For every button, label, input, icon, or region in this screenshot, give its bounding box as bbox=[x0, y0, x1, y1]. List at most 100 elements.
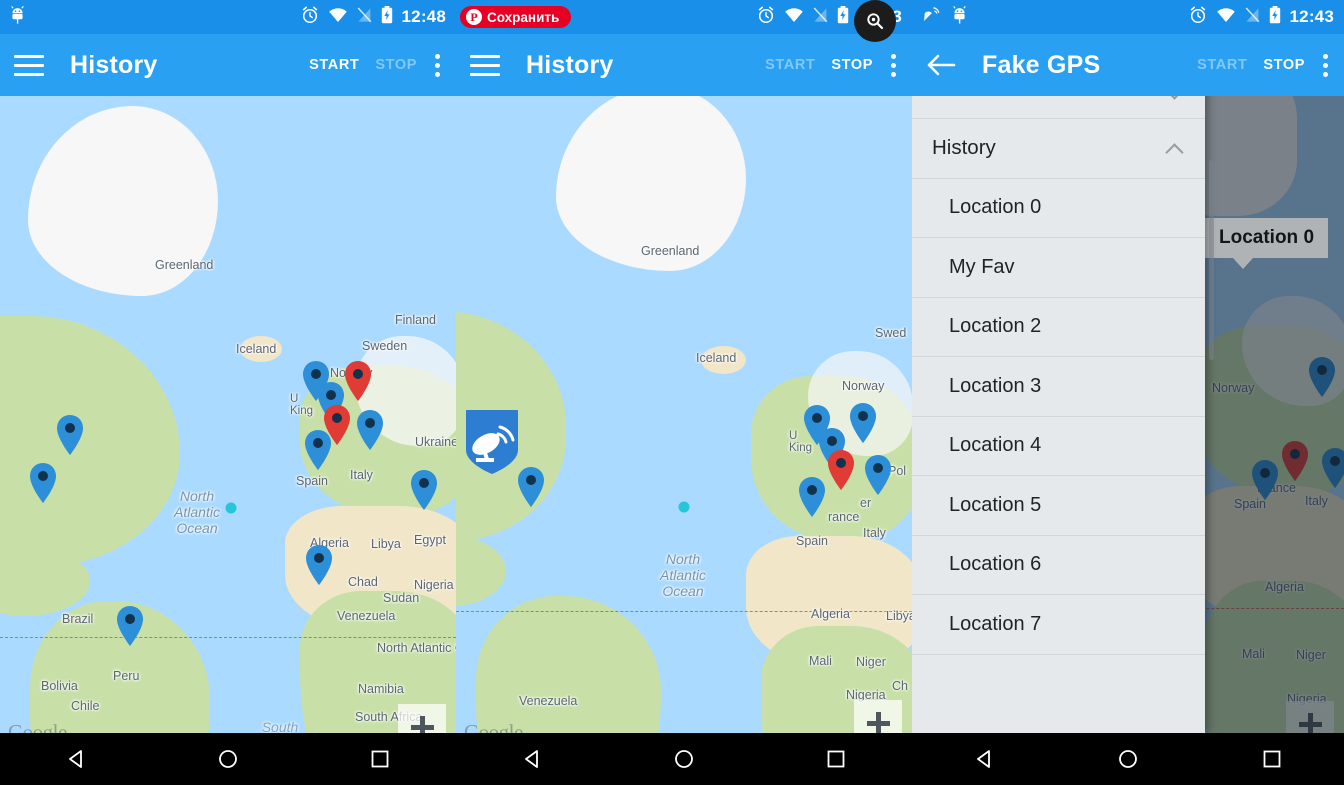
drawer-history-item[interactable]: My Fav bbox=[912, 238, 1205, 298]
marker-turkey[interactable] bbox=[409, 469, 439, 511]
status-clock: 12:43 bbox=[1289, 7, 1334, 26]
marker-brazil[interactable] bbox=[115, 605, 145, 647]
status-bar: 12:43 bbox=[912, 0, 1344, 34]
drawer-item-label: Location 6 bbox=[949, 553, 1042, 576]
app-bar: History START STOP bbox=[456, 34, 912, 96]
recents-button[interactable] bbox=[1242, 741, 1302, 777]
drawer-history-item[interactable]: Location 2 bbox=[912, 298, 1205, 357]
home-button[interactable] bbox=[198, 741, 258, 777]
back-arrow-button[interactable] bbox=[926, 53, 968, 77]
recents-square-icon bbox=[827, 750, 845, 768]
drawer-history-item[interactable]: Location 6 bbox=[912, 536, 1205, 595]
wifi-icon bbox=[784, 7, 804, 28]
kebab-menu-icon[interactable] bbox=[435, 53, 440, 77]
marker-norway[interactable] bbox=[848, 402, 878, 444]
marker-france[interactable] bbox=[826, 449, 856, 491]
kebab-menu-icon[interactable] bbox=[1323, 53, 1328, 77]
hamburger-menu-button[interactable] bbox=[470, 54, 512, 76]
back-arrow-icon bbox=[927, 54, 956, 76]
map-label: Nigeria bbox=[414, 578, 454, 592]
home-circle-icon bbox=[1119, 750, 1137, 768]
pinterest-save-button[interactable]: P Сохранить bbox=[460, 6, 572, 28]
map-label: Italy bbox=[863, 526, 886, 540]
map-view[interactable]: Greenland Iceland Finland Sweden Norway … bbox=[0, 96, 456, 751]
start-button[interactable]: START bbox=[1197, 57, 1247, 73]
back-button[interactable] bbox=[954, 741, 1014, 777]
marker-spain[interactable] bbox=[797, 476, 827, 518]
marker-spain[interactable] bbox=[303, 429, 333, 471]
current-location-dot bbox=[678, 501, 690, 513]
start-button[interactable]: START bbox=[765, 57, 815, 73]
current-location-dot bbox=[225, 502, 237, 514]
share-search-circle-button[interactable] bbox=[854, 0, 896, 42]
equator-line bbox=[0, 637, 456, 638]
map-label-germany: er bbox=[860, 496, 872, 510]
marker-mali[interactable] bbox=[304, 544, 334, 586]
map-label: Chad bbox=[348, 575, 378, 589]
three-phone-screenshots: 12:48 History START STOP Greenland Icela… bbox=[0, 0, 1344, 785]
map-label: Sweden bbox=[362, 339, 408, 353]
stop-button[interactable]: STOP bbox=[831, 57, 873, 73]
status-clock: 12:48 bbox=[401, 7, 446, 26]
hamburger-icon bbox=[470, 54, 500, 76]
battery-charging-icon bbox=[1269, 5, 1281, 29]
drawer-item-label: Location 2 bbox=[949, 315, 1042, 338]
back-triangle-icon bbox=[525, 750, 538, 768]
app-bar: History START STOP bbox=[0, 34, 456, 96]
map-label: Finland bbox=[395, 313, 436, 327]
status-bar: 12:48 bbox=[0, 0, 456, 34]
hamburger-menu-button[interactable] bbox=[14, 54, 56, 76]
map-view[interactable]: Greenland Iceland Swed Norway U King Pol … bbox=[456, 96, 912, 751]
status-left-icons bbox=[10, 5, 301, 29]
signal-off-icon bbox=[813, 6, 828, 28]
map-label: Spain bbox=[296, 474, 328, 488]
page-title: History bbox=[526, 50, 614, 79]
map-label-chad: Ch bbox=[892, 679, 908, 693]
page-title: History bbox=[70, 50, 158, 79]
start-button[interactable]: START bbox=[309, 57, 359, 73]
status-right-icons: 12:43 bbox=[1189, 5, 1334, 29]
map-label-north-atlantic: North Atlantic Ocean bbox=[174, 488, 220, 537]
battery-charging-icon bbox=[837, 5, 849, 29]
recents-button[interactable] bbox=[350, 741, 410, 777]
map-label: Libya bbox=[886, 609, 912, 623]
map-scrollbar[interactable] bbox=[1209, 160, 1214, 360]
page-title: Fake GPS bbox=[982, 50, 1101, 79]
recents-button[interactable] bbox=[806, 741, 866, 777]
drawer-item-label: Location 5 bbox=[949, 493, 1042, 516]
map-label: Sudan bbox=[383, 591, 420, 605]
stop-button[interactable]: STOP bbox=[1263, 57, 1305, 73]
map-label-france: rance bbox=[828, 510, 860, 524]
panel-fakegps-drawer: 12:43 Fake GPS START STOP Norway bbox=[912, 0, 1344, 785]
marker-germany[interactable] bbox=[355, 409, 385, 451]
map-label: Greenland bbox=[155, 258, 214, 272]
home-button[interactable] bbox=[654, 741, 714, 777]
map-info-window[interactable]: Location 0 bbox=[1205, 218, 1329, 269]
drawer-history-item[interactable]: Location 3 bbox=[912, 357, 1205, 417]
stop-button[interactable]: STOP bbox=[375, 57, 417, 73]
back-button[interactable] bbox=[502, 741, 562, 777]
map-label: Namibia bbox=[358, 682, 404, 696]
pinterest-save-label: Сохранить bbox=[487, 9, 560, 25]
map-label: Italy bbox=[350, 468, 373, 482]
marker-canada[interactable] bbox=[55, 414, 85, 456]
drawer-history-item[interactable]: Location 4 bbox=[912, 417, 1205, 476]
drawer-list[interactable]: Main Screen Favorites History Location 0… bbox=[912, 0, 1205, 733]
kebab-menu-icon[interactable] bbox=[891, 53, 896, 77]
status-right-icons: 12:48 bbox=[301, 5, 446, 29]
marker-usa-east[interactable] bbox=[28, 462, 58, 504]
home-button[interactable] bbox=[1098, 741, 1158, 777]
map-label: Egypt bbox=[414, 533, 446, 547]
drawer-history-item[interactable]: Location 5 bbox=[912, 476, 1205, 536]
map-label: Venezuela bbox=[519, 694, 578, 708]
drawer-history-item[interactable]: Location 0 bbox=[912, 179, 1205, 238]
map-label: Libya bbox=[371, 537, 401, 551]
marker-norway[interactable] bbox=[343, 360, 373, 402]
marker-italy[interactable] bbox=[863, 454, 893, 496]
panel-history-map-2: 12:43 History START STOP Greenland bbox=[456, 0, 912, 785]
home-circle-icon bbox=[219, 750, 237, 768]
drawer-history-item[interactable]: Location 7 bbox=[912, 595, 1205, 655]
signal-off-icon bbox=[1245, 6, 1260, 28]
back-button[interactable] bbox=[46, 741, 106, 777]
drawer-section-history[interactable]: History bbox=[912, 119, 1205, 179]
